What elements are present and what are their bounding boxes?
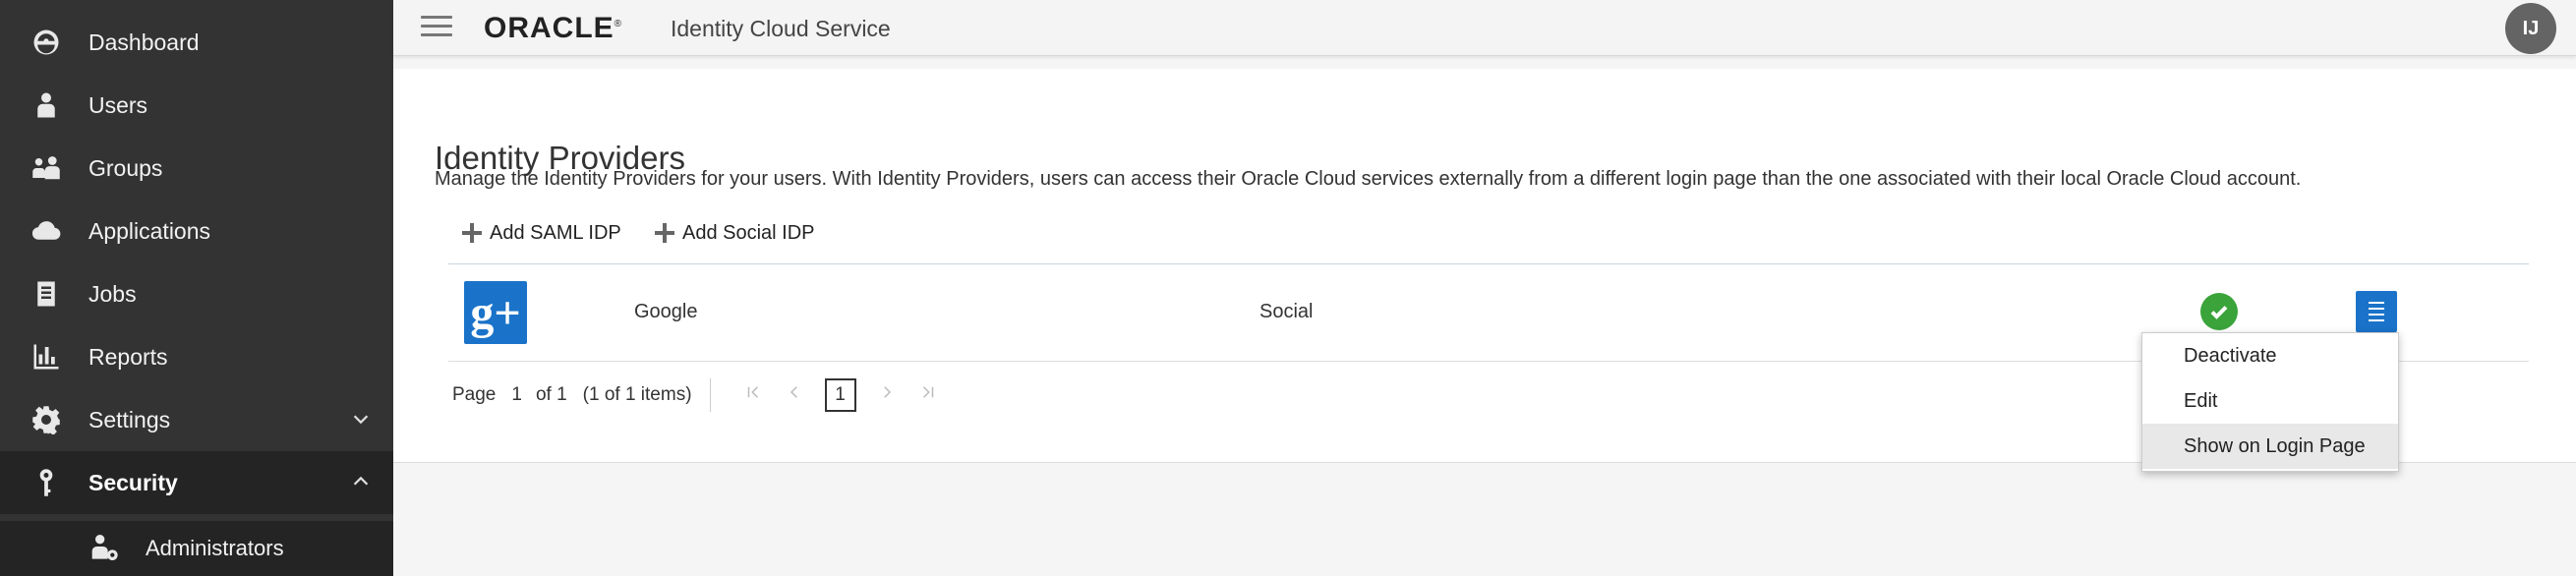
pager-page-label: Page [452,384,497,405]
groups-icon [29,151,63,185]
sidebar-subitem-administrators[interactable]: Administrators [0,521,393,576]
plus-icon [462,223,482,243]
oracle-logo: ORACLE® [484,12,623,44]
sidebar-item-reports[interactable]: Reports [0,325,393,388]
sidebar-item-security[interactable]: Security [0,451,393,514]
sidebar-item-label: Jobs [88,280,137,307]
table-divider [448,263,2529,264]
sidebar-item-groups[interactable]: Groups [0,137,393,200]
pager-separator [709,378,711,412]
first-page-icon[interactable] [744,383,762,407]
sidebar-item-label: Reports [88,343,168,370]
sidebar-subitem-label: Administrators [146,536,284,560]
app-title: Identity Cloud Service [671,16,891,41]
gear-icon [29,403,63,436]
sidebar-item-settings[interactable]: Settings [0,388,393,451]
sidebar-item-label: Settings [88,406,171,432]
row-actions-dropdown: Deactivate Edit Show on Login Page [2141,332,2399,472]
pager-items-label: (1 of 1 items) [582,384,692,405]
menu-item-edit[interactable]: Edit [2142,378,2398,424]
add-saml-idp-button[interactable]: Add SAML IDP [462,218,621,248]
sidebar-item-label: Dashboard [88,29,200,55]
chevron-down-icon [350,408,372,430]
cloud-icon [29,214,63,248]
sidebar-item-label: Users [88,91,148,118]
next-page-icon[interactable] [878,383,896,407]
page-number-button[interactable]: 1 [824,378,856,412]
pager-page-value: 1 [511,384,522,405]
menu-item-show-on-login-page[interactable]: Show on Login Page [2142,424,2398,469]
reports-icon [29,340,63,374]
previous-page-icon[interactable] [786,383,803,407]
sidebar-item-applications[interactable]: Applications [0,200,393,262]
add-social-idp-button[interactable]: Add Social IDP [655,218,815,248]
sidebar-item-label: Security [88,469,178,495]
key-icon [29,466,63,499]
pagination: Page 1 of 1 (1 of 1 items) 1 [452,375,949,415]
last-page-icon[interactable] [919,383,937,407]
google-plus-logo-icon: g+ [464,281,527,344]
sidebar: Dashboard Users Groups Applications Jobs… [0,0,393,576]
sidebar-item-users[interactable]: Users [0,74,393,137]
idp-name: Google [634,301,698,322]
sidebar-item-jobs[interactable]: Jobs [0,262,393,325]
plus-icon [655,223,674,243]
sidebar-item-dashboard[interactable]: Dashboard [0,11,393,74]
sidebar-item-label: Groups [88,154,163,181]
chevron-up-icon [350,471,372,492]
avatar[interactable]: IJ [2505,3,2556,54]
pager-of-label: of 1 [535,384,567,405]
jobs-icon [29,277,63,311]
user-icon [29,88,63,122]
page-description: Manage the Identity Providers for your u… [435,168,2302,190]
hamburger-menu-icon[interactable] [421,16,452,39]
dashboard-icon [29,26,63,59]
menu-item-deactivate[interactable]: Deactivate [2142,333,2398,378]
idp-type: Social [1259,301,1314,322]
sidebar-item-label: Applications [88,217,211,244]
row-actions-menu-button[interactable] [2356,291,2397,332]
top-header: ORACLE® Identity Cloud Service IJ [393,0,2576,56]
administrators-icon [88,532,122,565]
check-circle-icon [2200,293,2238,330]
